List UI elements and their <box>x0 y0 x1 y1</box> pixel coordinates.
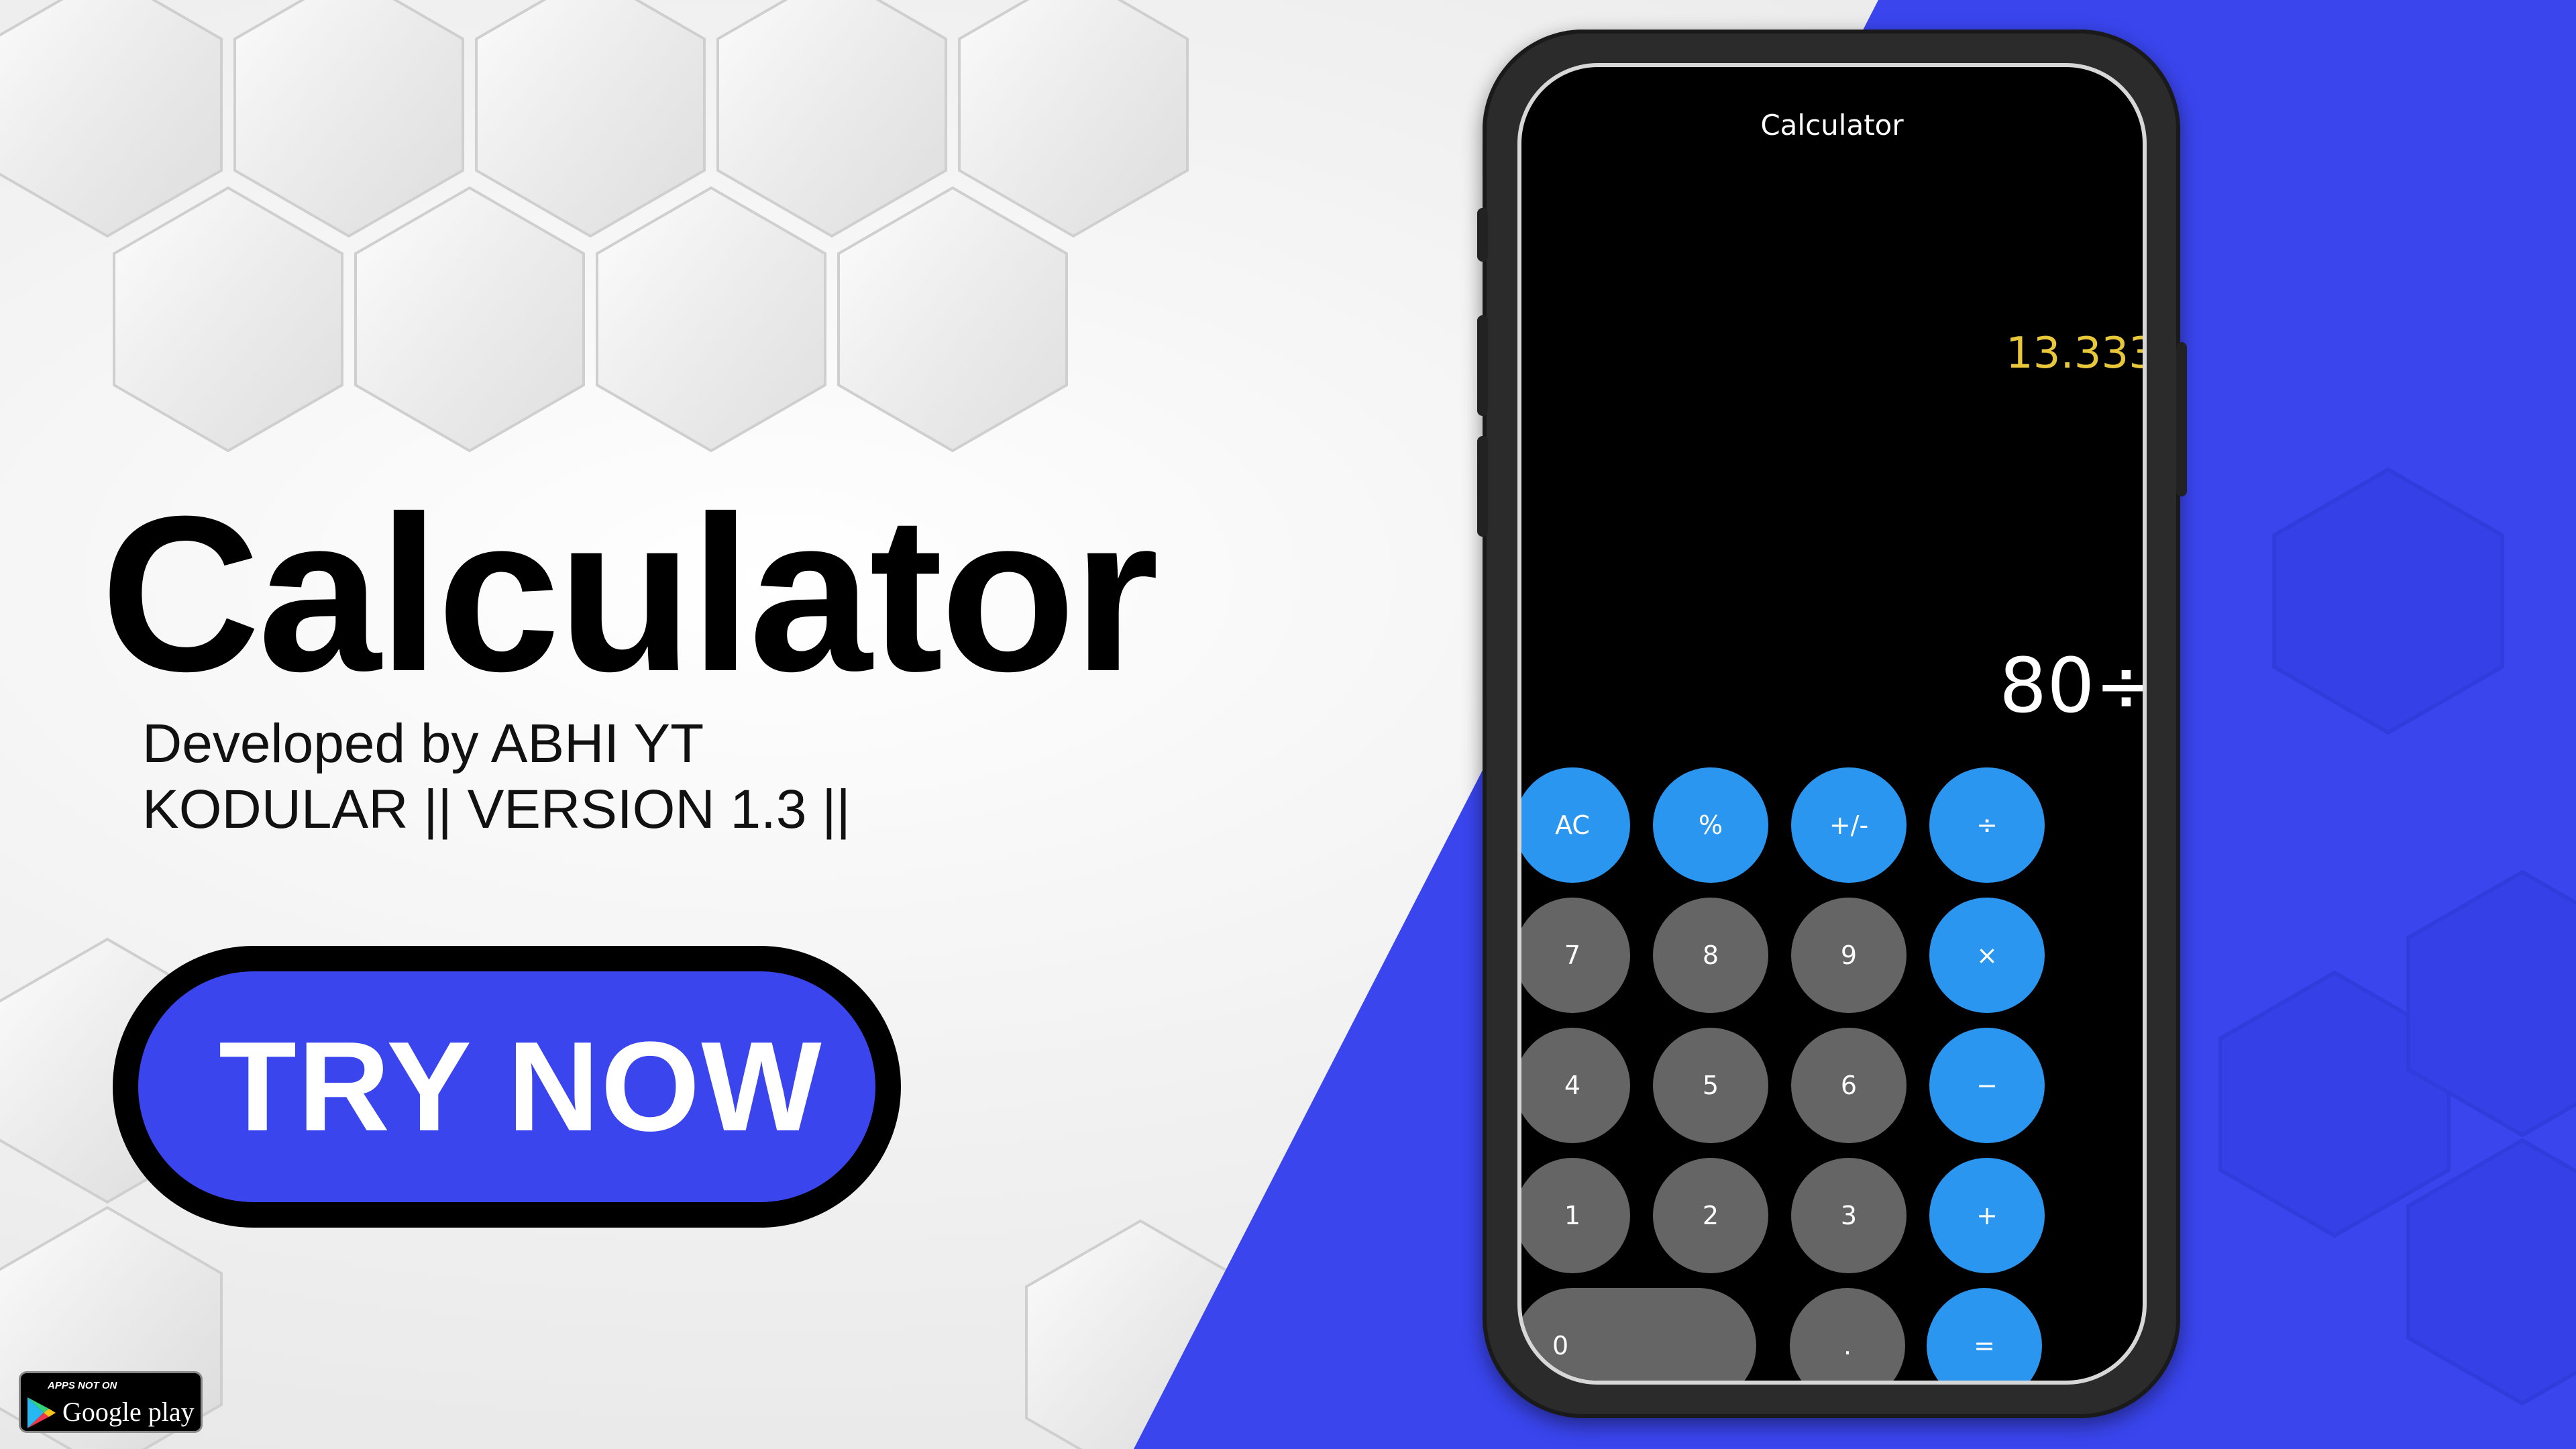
key-multiply[interactable]: × <box>1929 898 2045 1013</box>
phone-screen: Calculator 13.3333 80÷6 AC % +/- ÷ 7 8 9… <box>1517 63 2147 1385</box>
key-9[interactable]: 9 <box>1791 898 1907 1013</box>
promo-title: Calculator <box>101 470 1159 717</box>
key-0[interactable]: 0 <box>1521 1288 1756 1381</box>
google-play-icon <box>28 1397 56 1428</box>
try-now-label: TRY NOW <box>219 1016 823 1158</box>
key-1[interactable]: 1 <box>1521 1158 1630 1273</box>
try-now-button-fill: TRY NOW <box>138 971 875 1202</box>
google-play-badge[interactable]: APPS NOT ON Google play <box>19 1371 203 1433</box>
key-equals[interactable]: = <box>1927 1288 2042 1381</box>
version-info: KODULAR || VERSION 1.3 || <box>142 779 851 840</box>
key-plus-minus[interactable]: +/- <box>1791 767 1907 883</box>
expression-display: 80÷6 <box>1999 643 2143 730</box>
phone-volume-up-button <box>1477 315 1488 416</box>
try-now-button[interactable]: TRY NOW <box>113 946 901 1228</box>
key-divide[interactable]: ÷ <box>1929 767 2045 883</box>
developer-credit: Developed by ABHI YT <box>142 713 704 774</box>
key-6[interactable]: 6 <box>1791 1028 1907 1143</box>
phone-side-button <box>1477 208 1488 262</box>
key-8[interactable]: 8 <box>1653 898 1768 1013</box>
key-7[interactable]: 7 <box>1521 898 1630 1013</box>
app-title: Calculator <box>1760 109 1904 142</box>
key-2[interactable]: 2 <box>1653 1158 1768 1273</box>
phone-power-button <box>2176 342 2187 496</box>
phone-volume-down-button <box>1477 436 1488 537</box>
key-ac[interactable]: AC <box>1521 767 1630 883</box>
key-decimal[interactable]: . <box>1790 1288 1905 1381</box>
key-minus[interactable]: − <box>1929 1028 2045 1143</box>
key-5[interactable]: 5 <box>1653 1028 1768 1143</box>
key-4[interactable]: 4 <box>1521 1028 1630 1143</box>
key-plus[interactable]: + <box>1929 1158 2045 1273</box>
key-percent[interactable]: % <box>1653 767 1768 883</box>
badge-caption: APPS NOT ON <box>48 1380 117 1391</box>
key-3[interactable]: 3 <box>1791 1158 1907 1273</box>
badge-store-name: Google play <box>62 1397 195 1427</box>
result-display: 13.3333 <box>2006 329 2143 378</box>
